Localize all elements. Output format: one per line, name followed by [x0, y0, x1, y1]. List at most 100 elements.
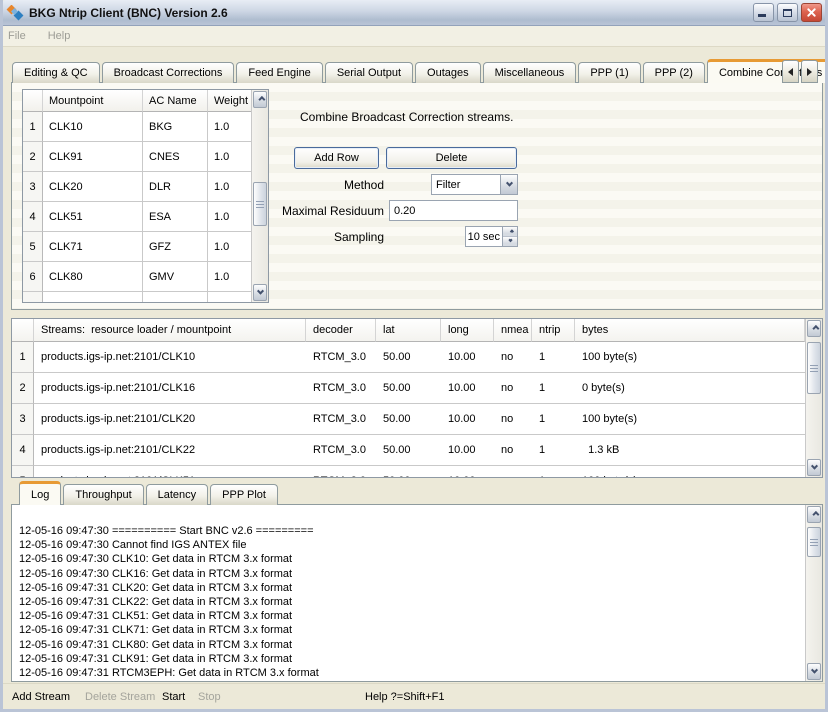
tab-feed-engine[interactable]: Feed Engine [236, 62, 322, 83]
stream-cell[interactable]: 0 byte(s) [575, 373, 805, 404]
tab-log[interactable]: Log [19, 481, 61, 505]
stream-cell[interactable]: 100 byte(s) [575, 466, 805, 477]
statusbar-action-add-stream[interactable]: Add Stream [12, 691, 70, 703]
maximize-button[interactable] [777, 3, 798, 22]
combine-col-header-mountpoint[interactable]: Mountpoint [43, 90, 143, 112]
stream-cell[interactable]: products.igs-ip.net:2101/CLK16 [34, 373, 306, 404]
scroll-up-button[interactable] [807, 320, 821, 337]
stream-cell[interactable]: 10.00 [441, 373, 494, 404]
row-number[interactable]: 4 [23, 202, 43, 232]
stream-cell[interactable]: 10.00 [441, 342, 494, 373]
stream-cell[interactable]: 50.00 [376, 373, 441, 404]
stream-cell[interactable]: 50.00 [376, 342, 441, 373]
scroll-down-button[interactable] [807, 459, 821, 476]
tab-editing-qc[interactable]: Editing & QC [12, 62, 100, 83]
tab-ppp-1[interactable]: PPP (1) [578, 62, 640, 83]
dropdown-button[interactable] [500, 175, 517, 194]
scroll-thumb[interactable] [807, 527, 821, 557]
statusbar-action-start[interactable]: Start [162, 691, 185, 703]
scroll-down-button[interactable] [253, 284, 267, 301]
stream-cell[interactable]: products.igs-ip.net:2101/CLK51 [34, 466, 306, 477]
scroll-track[interactable] [252, 109, 268, 283]
stream-cell[interactable]: RTCM_3.0 [306, 435, 376, 466]
stream-cell[interactable]: RTCM_3.0 [306, 373, 376, 404]
row-number[interactable]: 6 [23, 262, 43, 292]
scroll-up-button[interactable] [253, 91, 267, 108]
menu-file[interactable]: File [8, 30, 26, 42]
stream-cell[interactable]: no [494, 373, 532, 404]
method-dropdown[interactable]: Filter [431, 174, 518, 195]
stream-cell[interactable]: 1 [532, 373, 575, 404]
stream-cell[interactable]: products.igs-ip.net:2101/CLK20 [34, 404, 306, 435]
stream-cell[interactable]: 1 [532, 404, 575, 435]
stream-cell[interactable]: no [494, 342, 532, 373]
stream-cell[interactable]: products.igs-ip.net:2101/CLK10 [34, 342, 306, 373]
tab-miscellaneous[interactable]: Miscellaneous [483, 62, 577, 83]
streams-col-header-long[interactable]: long [441, 319, 494, 342]
tab-ppp-2[interactable]: PPP (2) [643, 62, 705, 83]
table-cell[interactable]: ESA [143, 202, 208, 232]
log-output[interactable]: 12-05-16 09:47:30 ========== Start BNC v… [12, 505, 805, 681]
tab-scroll-right-button[interactable] [801, 60, 818, 83]
combine-table-grid[interactable]: MountpointAC NameWeight1CLK10BKG1.02CLK9… [23, 90, 251, 302]
stream-cell[interactable]: RTCM_3.0 [306, 342, 376, 373]
table-cell[interactable]: CLK71 [43, 232, 143, 262]
scroll-thumb[interactable] [807, 342, 821, 394]
stream-cell[interactable]: RTCM_3.0 [306, 466, 376, 477]
spin-down-button[interactable] [503, 236, 517, 246]
scroll-down-button[interactable] [807, 663, 821, 680]
stream-cell[interactable]: 50.00 [376, 404, 441, 435]
stream-cell[interactable]: 1 [532, 342, 575, 373]
row-number[interactable]: 1 [12, 342, 34, 373]
stream-cell[interactable]: 10.00 [441, 466, 494, 477]
delete-button[interactable]: Delete [386, 147, 517, 169]
stream-cell[interactable]: 100 byte(s) [575, 404, 805, 435]
streams-col-header-row-number[interactable] [12, 319, 34, 342]
scroll-track[interactable] [806, 338, 822, 458]
streams-col-header-bytes[interactable]: bytes [575, 319, 805, 342]
row-number[interactable]: 5 [12, 466, 34, 477]
row-number[interactable]: 4 [12, 435, 34, 466]
title-bar[interactable]: BKG Ntrip Client (BNC) Version 2.6 [0, 0, 828, 26]
streams-col-header-streams-resource-loader-mountpoint[interactable]: Streams: resource loader / mountpoint [34, 319, 306, 342]
tab-throughput[interactable]: Throughput [63, 484, 143, 505]
table-cell[interactable]: CLK80 [43, 262, 143, 292]
stream-cell[interactable]: no [494, 466, 532, 477]
table-cell[interactable]: CLK51 [43, 202, 143, 232]
table-cell[interactable]: CLK10 [43, 112, 143, 142]
table-cell[interactable]: DLR [143, 172, 208, 202]
table-cell[interactable]: BKG [143, 112, 208, 142]
scroll-up-button[interactable] [807, 506, 821, 523]
stream-cell[interactable]: no [494, 404, 532, 435]
row-number[interactable]: 1 [23, 112, 43, 142]
table-cell[interactable]: GMV [143, 262, 208, 292]
stream-cell[interactable]: 10.00 [441, 435, 494, 466]
table-cell[interactable]: CNES [143, 142, 208, 172]
stream-cell[interactable]: 10.00 [441, 404, 494, 435]
table-cell[interactable]: 1.0 [208, 262, 251, 292]
combine-col-header-weight[interactable]: Weight [208, 90, 251, 112]
stream-cell[interactable]: 1 [532, 466, 575, 477]
row-number[interactable]: 3 [12, 404, 34, 435]
streams-col-header-ntrip[interactable]: ntrip [532, 319, 575, 342]
row-number[interactable]: 3 [23, 172, 43, 202]
streams-col-header-lat[interactable]: lat [376, 319, 441, 342]
table-cell[interactable]: CLK20 [43, 172, 143, 202]
table-cell[interactable]: GFZ [143, 232, 208, 262]
sampling-spinner[interactable]: 10 sec [465, 226, 518, 247]
tab-scroll-left-button[interactable] [782, 60, 799, 83]
streams-col-header-nmea[interactable]: nmea [494, 319, 532, 342]
close-button[interactable] [801, 3, 822, 22]
table-cell[interactable]: CLK91 [43, 142, 143, 172]
stream-cell[interactable]: 1.3 kB [575, 435, 805, 466]
maximal-residuum-input[interactable] [389, 200, 518, 221]
stream-cell[interactable]: 100 byte(s) [575, 342, 805, 373]
combine-col-header-ac-name[interactable]: AC Name [143, 90, 208, 112]
minimize-button[interactable] [753, 3, 774, 22]
table-cell[interactable]: 1.0 [208, 112, 251, 142]
scroll-track[interactable] [806, 524, 822, 662]
table-cell[interactable]: 1.0 [208, 142, 251, 172]
streams-table-grid[interactable]: Streams: resource loader / mountpointdec… [12, 319, 805, 477]
row-number[interactable]: 5 [23, 232, 43, 262]
spin-up-button[interactable] [503, 227, 517, 236]
